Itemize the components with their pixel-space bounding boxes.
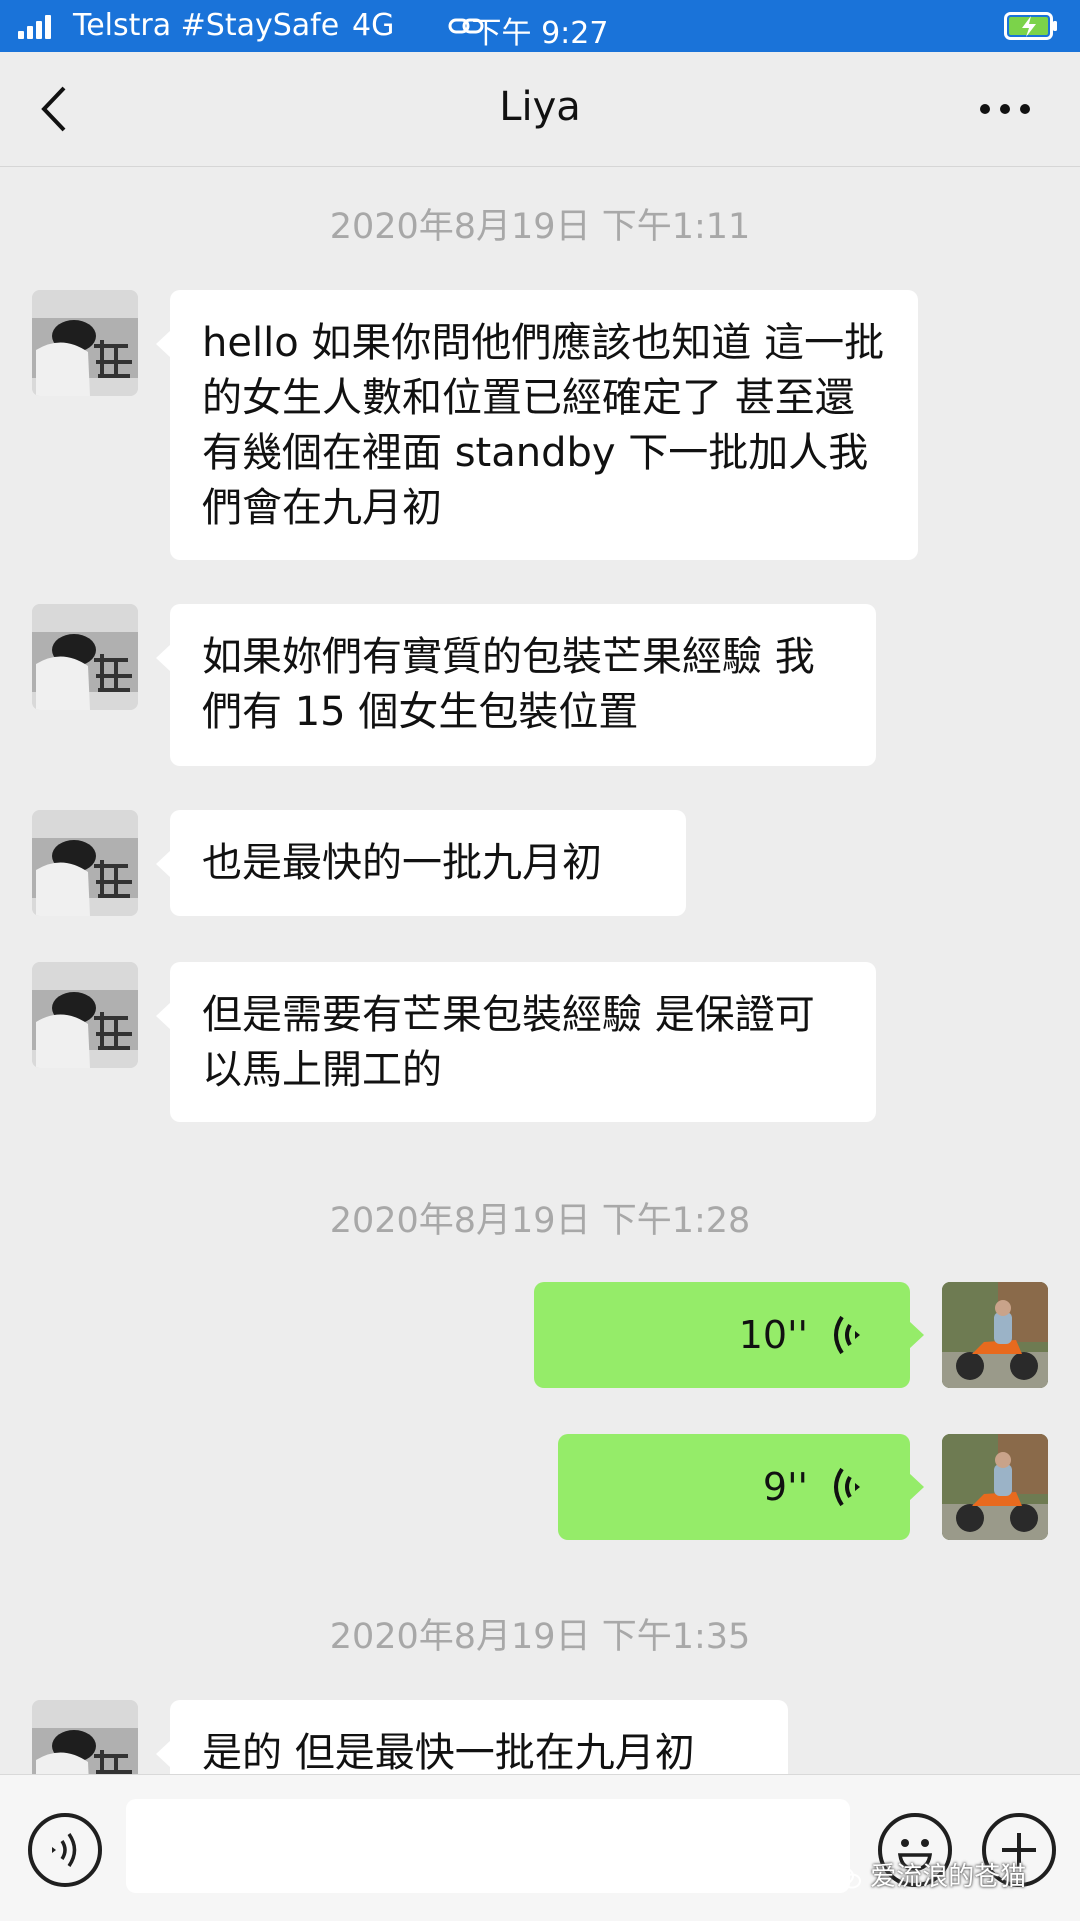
wechat-logo-icon [832,1866,861,1888]
message-bubble-incoming[interactable]: 是的 但是最快一批在九月初 [156,1700,788,1774]
voice-duration: 10'' [738,1312,808,1357]
contact-avatar[interactable] [32,1700,138,1774]
watermark: 爱流浪的苍猫 [832,1856,1026,1893]
status-time: 下午 9:27 [471,16,609,51]
message-list[interactable]: 2020年8月19日 下午1:11 hello 如果你問他們應該也知道 這一批的… [0,166,1080,1774]
input-bar [0,1774,1080,1921]
battery-charging-icon [1004,12,1057,40]
contact-avatar[interactable] [32,604,138,710]
status-bar: Telstra #StaySafe 4G 下午 9:27 [0,0,1080,52]
voice-input-button[interactable] [28,1813,102,1887]
chat-title: Liya [499,84,581,130]
user-avatar[interactable] [942,1434,1048,1540]
voice-wave-icon [834,1467,860,1507]
voice-wave-icon [834,1315,860,1355]
watermark-text: 爱流浪的苍猫 [870,1862,1027,1892]
message-timestamp: 2020年8月19日 下午1:11 [329,207,751,247]
contact-avatar[interactable] [32,962,138,1068]
more-options-icon[interactable] [980,102,1030,116]
message-timestamp: 2020年8月19日 下午1:35 [329,1617,751,1657]
voice-duration: 9'' [762,1464,808,1509]
user-avatar[interactable] [942,1282,1048,1388]
voice-input-icon [52,1833,77,1867]
message-bubble-incoming[interactable]: 如果妳們有實質的包裝芒果經驗 我們有 15 個女生包裝位置 [156,604,876,766]
message-bubble-incoming[interactable]: 也是最快的一批九月初 [156,810,686,916]
voice-message-bubble[interactable]: 10'' [534,1282,924,1388]
message-input[interactable] [126,1799,850,1893]
voice-message-bubble[interactable]: 9'' [558,1434,924,1540]
message-timestamp: 2020年8月19日 下午1:28 [329,1201,751,1241]
contact-avatar[interactable] [32,810,138,916]
contact-avatar[interactable] [32,290,138,396]
message-bubble-incoming[interactable]: hello 如果你問他們應該也知道 這一批的女生人數和位置已經確定了 甚至還有幾… [156,290,918,560]
chat-header: Liya [0,52,1080,167]
message-bubble-incoming[interactable]: 但是需要有芒果包裝經驗 是保證可以馬上開工的 [156,962,876,1122]
